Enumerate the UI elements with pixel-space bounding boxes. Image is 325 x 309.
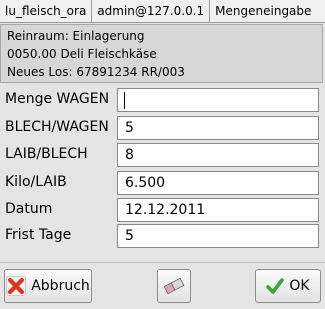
row-laib-blech: LAIB/BLECH <box>0 143 325 169</box>
kilo-laib-label: Kilo/LAIB <box>5 174 67 190</box>
row-menge-wagen: Menge WAGEN <box>0 88 325 114</box>
datum-field[interactable] <box>117 198 319 222</box>
info-lot: Neues Los: 67891234 RR/003 <box>7 65 185 79</box>
menge-wagen-label: Menge WAGEN <box>5 91 110 107</box>
eraser-icon <box>163 277 185 295</box>
blech-wagen-label: BLECH/WAGEN <box>5 119 109 135</box>
kilo-laib-field[interactable] <box>117 171 319 195</box>
title-bar: lu_fleisch_ora admin@127.0.0.1 Mengenein… <box>0 0 325 23</box>
info-location: Reinraum: Einlagerung <box>7 29 145 43</box>
button-bar: Abbruch OK <box>0 262 325 309</box>
x-icon <box>6 276 27 296</box>
row-datum: Datum <box>0 198 325 224</box>
cancel-label: Abbruch <box>31 278 90 294</box>
text-cursor <box>124 92 125 109</box>
user-host: admin@127.0.0.1 <box>92 0 211 22</box>
checkmark-icon <box>266 278 285 294</box>
info-article: 0050.00 Deli Fleischkäse <box>7 47 157 61</box>
laib-blech-label: LAIB/BLECH <box>5 146 88 162</box>
menge-wagen-field[interactable] <box>117 88 319 112</box>
info-panel: Reinraum: Einlagerung 0050.00 Deli Fleis… <box>0 24 323 83</box>
ok-button[interactable]: OK <box>255 269 321 303</box>
frist-tage-label: Frist Tage <box>5 227 72 243</box>
module-name: lu_fleisch_ora <box>0 0 93 22</box>
ok-label: OK <box>289 278 310 294</box>
frist-tage-field[interactable] <box>117 224 319 248</box>
screen-title: Mengeneingabe <box>215 4 312 18</box>
datum-label: Datum <box>5 201 53 217</box>
row-frist-tage: Frist Tage <box>0 224 325 250</box>
cancel-button[interactable]: Abbruch <box>4 269 92 303</box>
row-blech-wagen: BLECH/WAGEN <box>0 116 325 142</box>
eraser-button[interactable] <box>157 269 191 303</box>
row-kilo-laib: Kilo/LAIB <box>0 171 325 197</box>
blech-wagen-field[interactable] <box>117 116 319 140</box>
laib-blech-field[interactable] <box>117 143 319 167</box>
